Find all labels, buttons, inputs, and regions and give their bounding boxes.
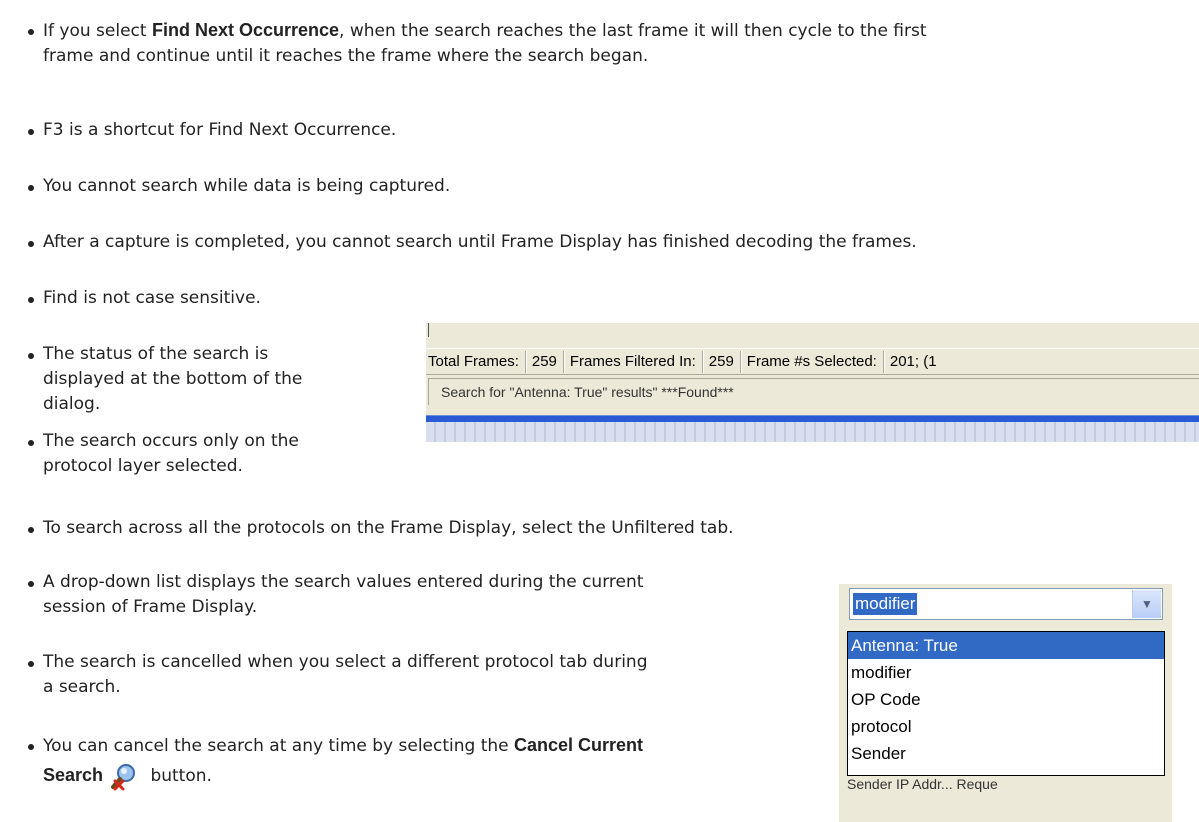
bullet-status-display: The status of the search is displayed at… [28, 342, 302, 417]
divider [428, 323, 429, 337]
bullet-dot [28, 241, 34, 247]
frames-selected-label: Frame #s Selected: [741, 350, 884, 373]
search-status-text: Search for "Antenna: True" results" ***F… [428, 378, 1199, 405]
bullet-dot [28, 185, 34, 191]
total-frames-value: 259 [526, 350, 564, 373]
background-strip [426, 422, 1199, 442]
search-combo-box[interactable]: modifier ▼ [849, 588, 1163, 620]
search-term: Search [43, 765, 104, 785]
chevron-down-icon[interactable]: ▼ [1132, 590, 1161, 618]
bullet-dot [28, 129, 34, 135]
frames-filtered-value: 259 [703, 350, 741, 373]
frames-selected-value: 201; (1 [889, 352, 937, 370]
bullet-dot [28, 744, 34, 750]
bullet-dot [28, 661, 34, 667]
find-next-occurrence-term: Find Next Occurrence [151, 20, 340, 40]
list-item[interactable]: Antenna: True [848, 632, 1164, 659]
cancel-current-term: Cancel Current [514, 735, 644, 755]
cancel-search-icon[interactable] [109, 761, 139, 791]
edge [839, 580, 1172, 584]
bullet-dot [28, 29, 34, 35]
bullet-search-cancelled-tab: The search is cancelled when you select … [28, 650, 648, 700]
status-bar-screenshot: Total Frames: 259 Frames Filtered In: 25… [426, 323, 1199, 442]
bullet-find-next-occurrence: If you select Find Next Occurrence, when… [28, 18, 927, 69]
bullet-cancel-current-search: You can cancel the search at any time by… [28, 731, 643, 791]
bullet-protocol-layer: The search occurs only on the protocol l… [28, 429, 299, 479]
status-bar-frames-row: Total Frames: 259 Frames Filtered In: 25… [426, 348, 1199, 375]
combo-current-value[interactable]: modifier [853, 593, 918, 615]
list-item[interactable]: Sender [848, 740, 1164, 767]
search-history-list[interactable]: Antenna: True modifier OP Code protocol … [847, 631, 1165, 776]
bullet-dot [28, 297, 34, 303]
list-item[interactable]: protocol [848, 713, 1164, 740]
list-item[interactable]: modifier [848, 659, 1164, 686]
bullet-case-insensitive: Find is not case sensitive. [28, 286, 261, 311]
bullet-dot [28, 581, 34, 587]
bullet-unfiltered-tab: To search across all the protocols on th… [28, 516, 734, 541]
bullet-dot [28, 527, 34, 533]
bullet-f3-shortcut: F3 is a shortcut for Find Next Occurrenc… [28, 118, 396, 143]
frames-filtered-label: Frames Filtered In: [564, 350, 703, 373]
list-item[interactable]: OP Code [848, 686, 1164, 713]
bullet-search-after-decoding: After a capture is completed, you cannot… [28, 230, 917, 255]
bullet-dot [28, 353, 34, 359]
bullet-dropdown-history: A drop-down list displays the search val… [28, 570, 643, 620]
partial-column-headers: Sender IP Addr... Reque [847, 776, 998, 792]
dropdown-screenshot: modifier ▼ Antenna: True modifier OP Cod… [839, 580, 1172, 822]
bullet-dot [28, 440, 34, 446]
title-bar-strip [426, 415, 1199, 422]
total-frames-label: Total Frames: [426, 350, 526, 373]
bullet-no-search-while-capturing: You cannot search while data is being ca… [28, 174, 450, 199]
